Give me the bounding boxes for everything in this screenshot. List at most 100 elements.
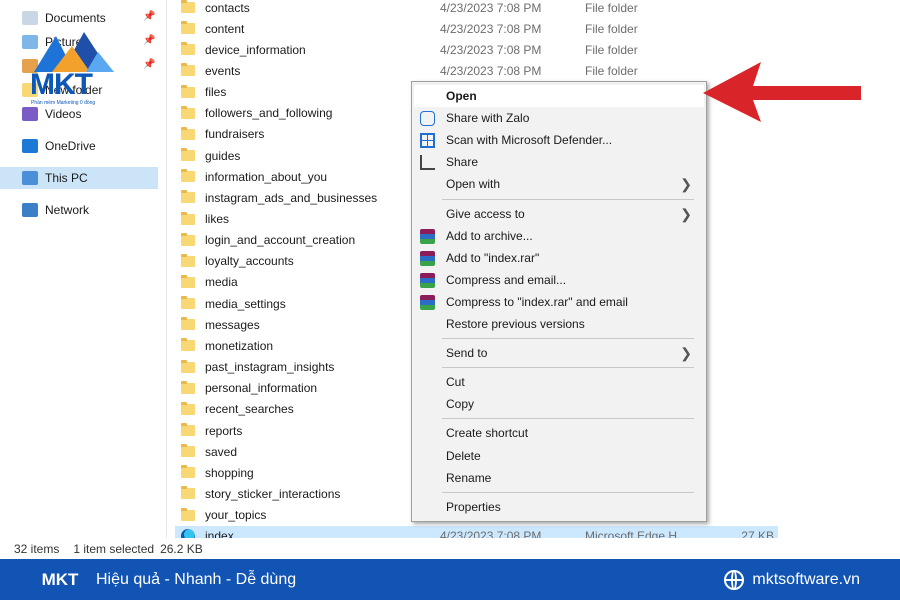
menu-item-compress-to-index-rar-and-email[interactable]: Compress to "index.rar" and email <box>414 291 704 313</box>
winrar-icon <box>420 294 435 310</box>
file-row[interactable]: events 4/23/2023 7:08 PM File folder <box>175 60 778 81</box>
menu-item-delete[interactable]: Delete <box>414 445 704 467</box>
mkt-logo: MKT Phần mềm Marketing 0 đồng <box>26 28 120 110</box>
menu-item-share[interactable]: Share <box>414 151 704 173</box>
file-name: events <box>205 63 241 78</box>
banner-site[interactable]: mktsoftware.vn <box>724 569 860 590</box>
menu-item-label: Add to archive... <box>446 228 533 243</box>
pin-icon: 📌 <box>143 35 156 46</box>
menu-item-label: Send to <box>446 346 488 361</box>
nav-item-label: OneDrive <box>45 139 96 153</box>
this-pc-icon <box>22 171 38 185</box>
chevron-right-icon: ❯ <box>680 176 692 193</box>
file-type: File folder <box>585 21 638 36</box>
file-name: followers_and_following <box>205 106 333 121</box>
file-name: shopping <box>205 465 254 480</box>
folder-icon <box>181 169 195 183</box>
menu-item-open[interactable]: Open <box>414 85 704 107</box>
logo-text: MKT <box>30 68 93 101</box>
folder-icon <box>181 401 195 415</box>
file-name: media <box>205 275 238 290</box>
menu-item-label: Properties <box>446 499 501 514</box>
file-name: media_settings <box>205 296 286 311</box>
chevron-right-icon: ❯ <box>680 205 692 222</box>
file-name: information_about_you <box>205 169 328 184</box>
menu-item-copy[interactable]: Copy <box>414 393 704 415</box>
file-name: fundraisers <box>205 127 265 142</box>
menu-item-add-to-index-rar[interactable]: Add to "index.rar" <box>414 247 704 269</box>
menu-item-rename[interactable]: Rename <box>414 467 704 489</box>
file-date: 4/23/2023 7:08 PM <box>440 42 542 57</box>
menu-item-label: Open <box>446 89 477 103</box>
menu-item-share-with-zalo[interactable]: Share with Zalo <box>414 107 704 129</box>
menu-item-give-access-to[interactable]: Give access to ❯ <box>414 203 704 225</box>
file-row[interactable]: content 4/23/2023 7:08 PM File folder <box>175 18 778 39</box>
file-row[interactable]: contacts 4/23/2023 7:08 PM File folder <box>175 0 778 18</box>
menu-item-send-to[interactable]: Send to ❯ <box>414 342 704 364</box>
menu-item-cut[interactable]: Cut <box>414 371 704 393</box>
nav-item-this-pc[interactable]: This PC <box>0 167 158 189</box>
nav-item-network[interactable]: Network <box>0 199 158 221</box>
menu-item-label: Share with Zalo <box>446 111 530 126</box>
file-name: past_instagram_insights <box>205 360 335 375</box>
globe-icon <box>724 569 745 590</box>
folder-icon <box>181 190 195 204</box>
selection-count: 1 item selected <box>73 541 155 556</box>
folder-icon <box>181 423 195 436</box>
item-count: 32 items <box>14 541 60 556</box>
file-name: guides <box>205 148 241 163</box>
nav-item-onedrive[interactable]: OneDrive <box>0 135 158 157</box>
menu-separator <box>442 338 694 340</box>
file-name: monetization <box>205 338 274 353</box>
winrar-icon <box>420 250 435 266</box>
menu-item-label: Give access to <box>446 206 525 221</box>
status-bar: 32 items 1 item selected 26.2 KB <box>0 538 900 559</box>
banner-site-text: mktsoftware.vn <box>752 570 860 588</box>
banner-tagline: Hiệu quả - Nhanh - Dễ dùng <box>96 570 297 588</box>
nav-item-label: This PC <box>45 171 88 185</box>
folder-icon <box>181 63 195 77</box>
file-name: messages <box>205 317 260 332</box>
file-type: File folder <box>585 63 638 78</box>
folder-icon <box>181 274 195 288</box>
nav-item-label: Documents <box>45 11 106 25</box>
selection-size: 26.2 KB <box>160 541 203 556</box>
logo-subtitle: Phần mềm Marketing 0 đồng <box>31 100 96 106</box>
file-name: likes <box>205 212 230 226</box>
folder-icon <box>181 380 195 394</box>
folder-icon <box>181 359 195 373</box>
file-date: 4/23/2023 7:08 PM <box>440 63 542 78</box>
menu-item-label: Open with <box>446 177 501 192</box>
file-row[interactable]: device_information 4/23/2023 7:08 PM File … <box>175 39 778 60</box>
menu-item-create-shortcut[interactable]: Create shortcut <box>414 422 704 444</box>
pane-divider[interactable] <box>166 0 167 538</box>
menu-separator <box>442 491 694 493</box>
file-name: device_information <box>205 42 306 57</box>
folder-icon <box>181 232 195 246</box>
file-name: instagram_ads_and_businesses <box>205 190 378 205</box>
menu-item-add-to-archive[interactable]: Add to archive... <box>414 225 704 247</box>
file-type: File folder <box>585 42 638 57</box>
onedrive-icon <box>22 139 38 153</box>
nav-item-documents[interactable]: Documents 📌 <box>0 7 158 29</box>
winrar-icon <box>420 228 435 244</box>
folder-icon <box>181 486 195 500</box>
folder-icon <box>181 507 195 521</box>
file-name: content <box>205 21 245 36</box>
file-type: File folder <box>585 0 638 15</box>
menu-item-label: Add to "index.rar" <box>446 250 540 265</box>
menu-item-label: Delete <box>446 448 481 463</box>
menu-item-properties[interactable]: Properties <box>414 496 704 518</box>
menu-item-open-with[interactable]: Open with ❯ <box>414 173 704 195</box>
menu-item-compress-and-email[interactable]: Compress and email... <box>414 269 704 291</box>
folder-icon <box>181 126 195 140</box>
file-date: 4/23/2023 7:08 PM <box>440 21 542 36</box>
menu-item-label: Create shortcut <box>446 426 529 441</box>
menu-item-scan-with-microsoft-defender[interactable]: Scan with Microsoft Defender... <box>414 129 704 151</box>
network-icon <box>22 203 38 217</box>
menu-item-label: Rename <box>446 470 492 485</box>
menu-item-restore-previous-versions[interactable]: Restore previous versions <box>414 313 704 335</box>
banner-logo: MKT <box>41 569 79 589</box>
folder-icon <box>181 465 195 479</box>
folder-icon <box>181 105 195 119</box>
